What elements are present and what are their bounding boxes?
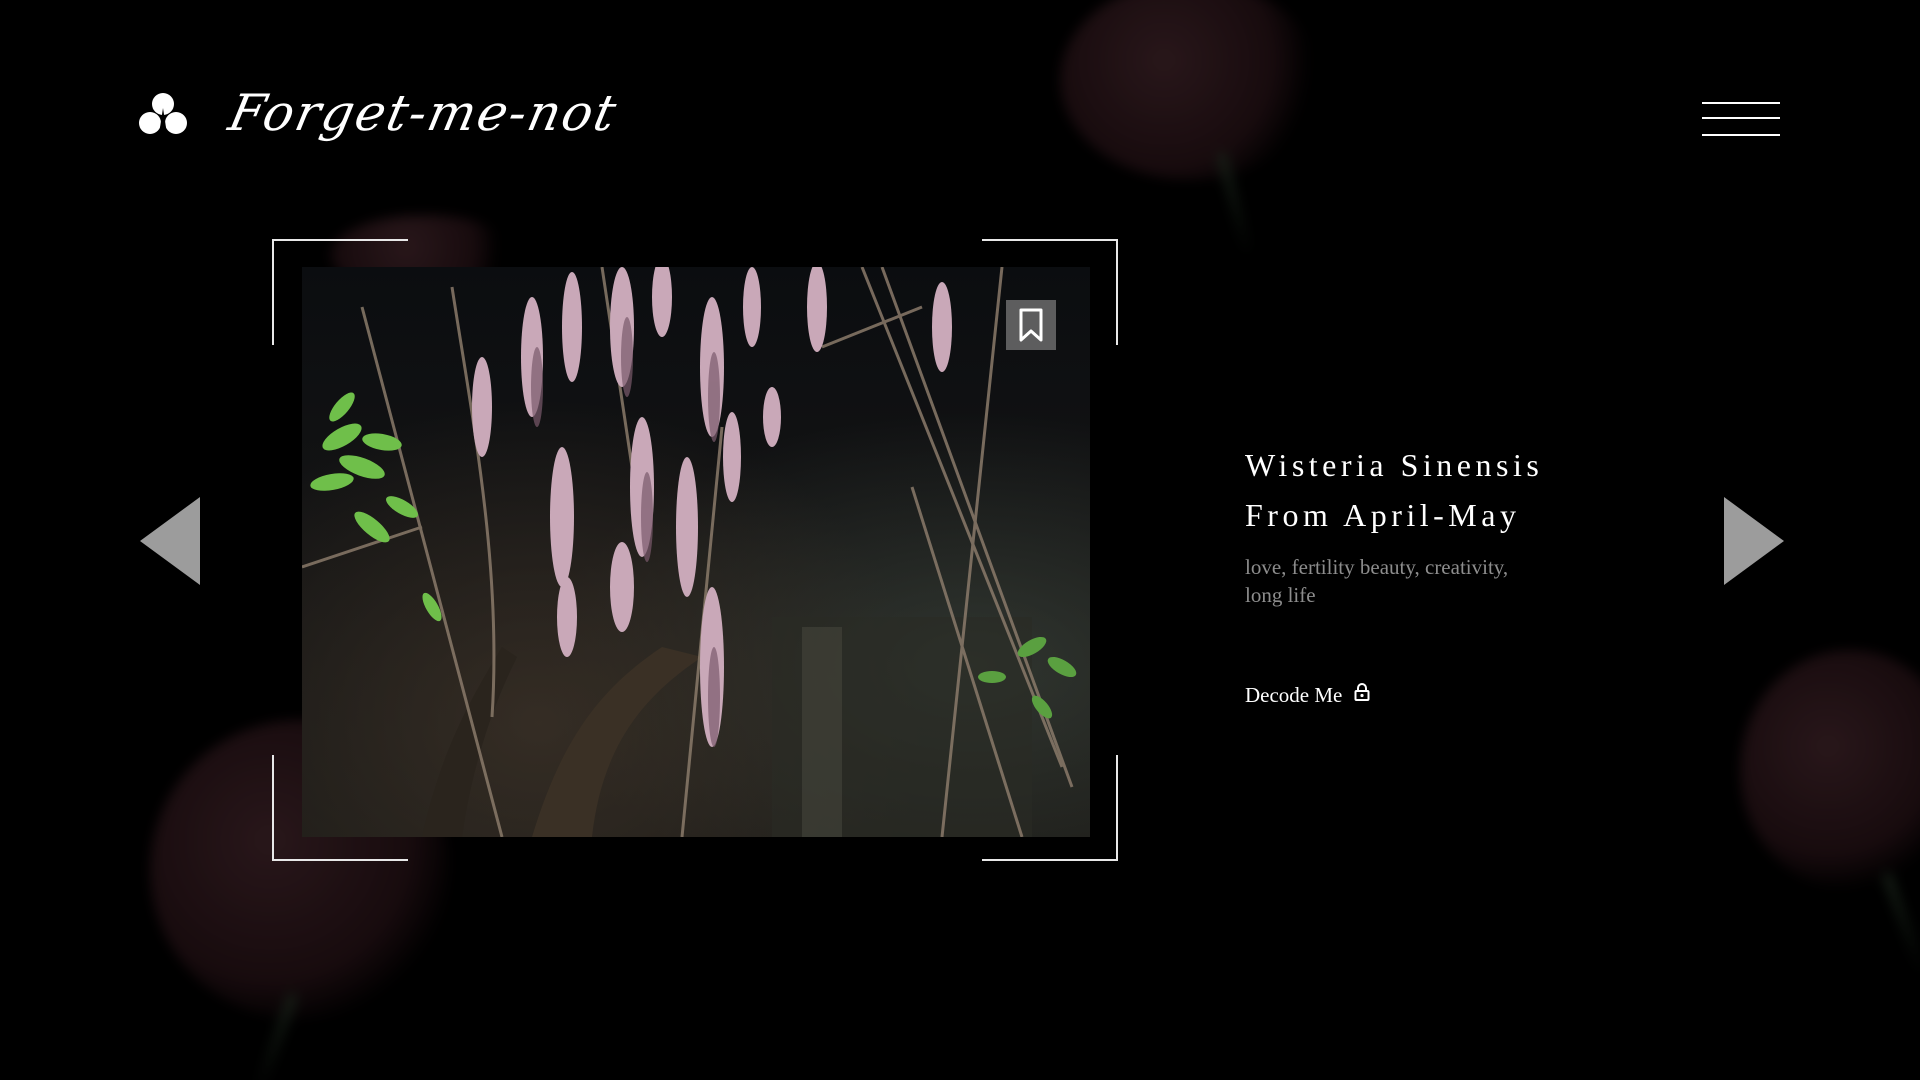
bookmark-icon[interactable] (1006, 300, 1056, 350)
background-flower-top (1060, 0, 1340, 280)
flower-title: Wisteria Sinensis From April-May (1245, 440, 1543, 540)
flower-name: Wisteria Sinensis (1245, 447, 1544, 483)
hamburger-menu-icon[interactable] (1702, 102, 1780, 138)
background-flower-right (1740, 650, 1920, 980)
brand-name[interactable]: Forget-me-not (224, 84, 623, 142)
flower-meaning-line-2: long life (1245, 583, 1316, 607)
flower-season: From April-May (1245, 497, 1521, 533)
triangle-left-icon[interactable] (140, 497, 200, 585)
wisteria-branches-photo (302, 267, 1090, 837)
triangle-right-icon[interactable] (1724, 497, 1784, 585)
decode-me-label: Decode Me (1245, 682, 1343, 707)
decode-me-button[interactable]: Decode Me (1245, 682, 1370, 708)
flower-meaning: love, fertility beauty, creativity, long… (1245, 553, 1575, 609)
lock-icon (1354, 682, 1370, 708)
trefoil-blossom-icon[interactable] (138, 90, 188, 140)
flower-meaning-line-1: love, fertility beauty, creativity, (1245, 555, 1509, 579)
